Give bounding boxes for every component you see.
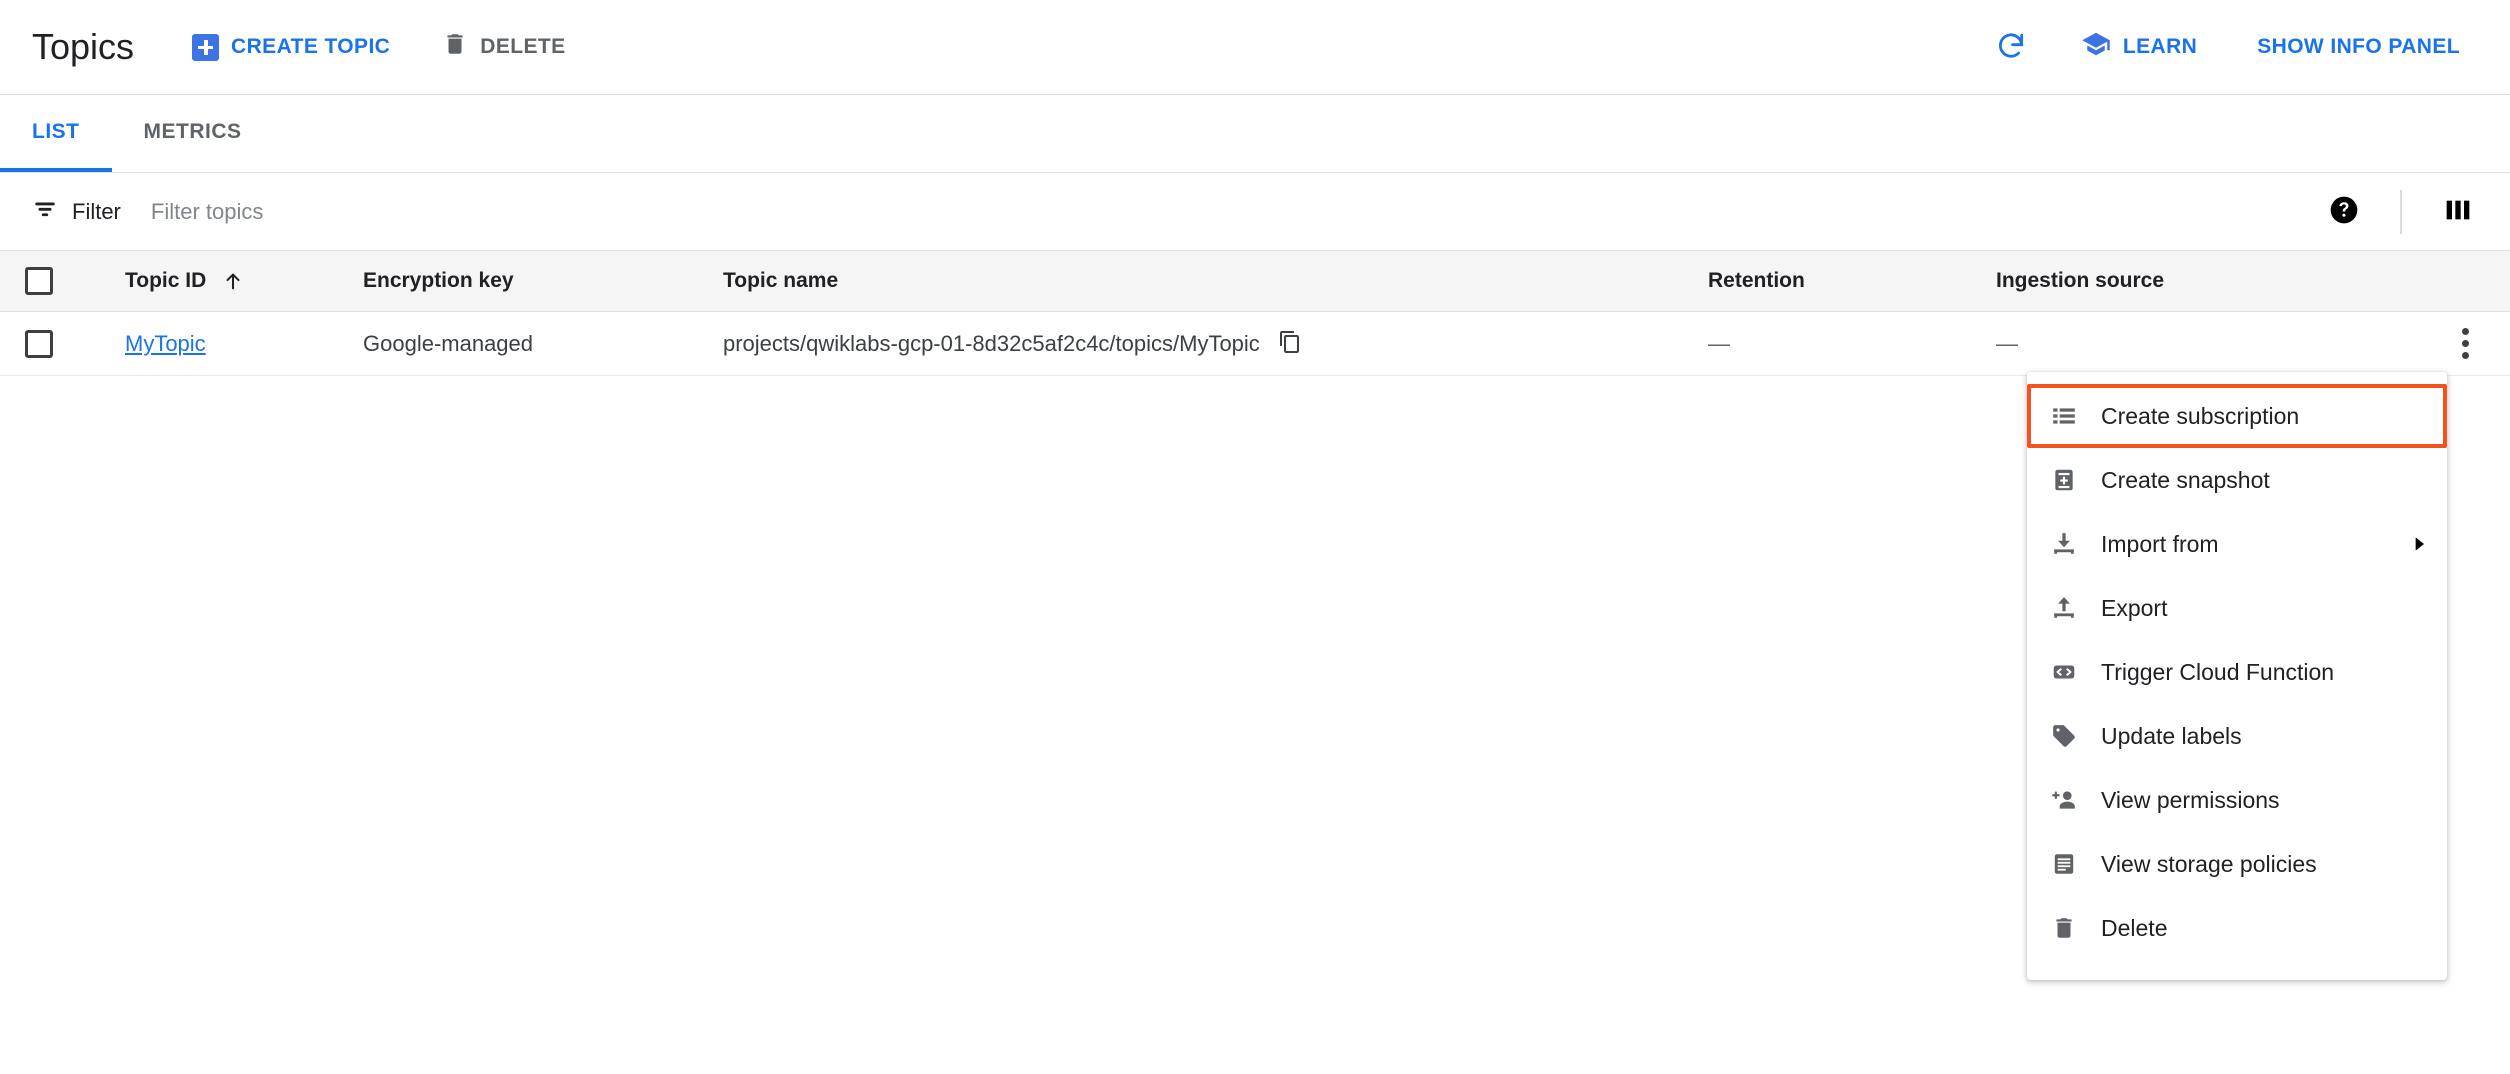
import-download-icon	[2049, 531, 2079, 557]
menu-item-trigger-cloud-function[interactable]: Trigger Cloud Function	[2027, 640, 2447, 704]
tab-list-label: LIST	[32, 120, 80, 144]
table-row[interactable]: MyTopic Google-managed projects/qwiklabs…	[0, 312, 2510, 376]
menu-item-view-permissions[interactable]: View permissions	[2027, 768, 2447, 832]
menu-item-create-subscription[interactable]: Create subscription	[2027, 384, 2447, 448]
topics-table: Topic ID Encryption key Topic name Reten…	[0, 251, 2510, 376]
document-lines-icon	[2049, 851, 2079, 877]
learn-button[interactable]: LEARN	[2069, 21, 2209, 73]
column-display-button[interactable]	[2436, 188, 2480, 235]
menu-item-label: Import from	[2101, 531, 2387, 558]
page-title: Topics	[32, 26, 134, 68]
snapshot-add-icon	[2049, 467, 2079, 493]
select-all-cell	[0, 267, 78, 295]
show-info-panel-button[interactable]: SHOW INFO PANEL	[2245, 27, 2472, 67]
column-header-topic-id-label: Topic ID	[125, 269, 206, 293]
filter-label: Filter	[72, 199, 121, 225]
cell-retention: —	[1708, 331, 1996, 357]
learn-label: LEARN	[2123, 35, 2197, 59]
copy-icon	[1278, 330, 1302, 357]
copy-button[interactable]	[1276, 328, 1304, 359]
menu-item-label: View permissions	[2101, 787, 2429, 814]
kebab-dot	[2462, 340, 2469, 347]
cell-ingestion-source: —	[1996, 331, 2420, 357]
help-button[interactable]	[2322, 188, 2366, 235]
menu-item-label: Create subscription	[2101, 403, 2425, 430]
person-add-icon	[2049, 787, 2079, 813]
tab-bar: LIST METRICS	[0, 95, 2510, 173]
more-vert-icon[interactable]	[2456, 322, 2475, 365]
create-topic-label: CREATE TOPIC	[231, 35, 390, 59]
menu-item-label: Delete	[2101, 915, 2429, 942]
create-topic-button[interactable]: CREATE TOPIC	[180, 26, 402, 69]
chevron-right-icon	[2409, 534, 2429, 554]
graduation-cap-icon	[2081, 29, 2111, 65]
topic-id-link[interactable]: MyTopic	[125, 331, 206, 357]
trash-icon	[442, 31, 468, 63]
refresh-button[interactable]	[1989, 24, 2033, 71]
menu-item-delete[interactable]: Delete	[2027, 896, 2447, 960]
column-header-topic-name[interactable]: Topic name	[723, 269, 1708, 293]
row-context-menu: Create subscription Create snapshot Impo…	[2027, 372, 2447, 980]
menu-item-label: Trigger Cloud Function	[2101, 659, 2429, 686]
table-header-row: Topic ID Encryption key Topic name Reten…	[0, 251, 2510, 312]
column-header-topic-name-label: Topic name	[723, 269, 838, 293]
sort-ascending-icon	[222, 270, 244, 292]
tab-list[interactable]: LIST	[0, 95, 112, 172]
menu-item-import-from[interactable]: Import from	[2027, 512, 2447, 576]
filter-bar-actions	[2322, 188, 2480, 235]
tab-metrics[interactable]: METRICS	[112, 95, 274, 172]
menu-item-export[interactable]: Export	[2027, 576, 2447, 640]
column-header-retention[interactable]: Retention	[1708, 269, 1996, 293]
column-header-ingestion-source[interactable]: Ingestion source	[1996, 269, 2420, 293]
tab-metrics-label: METRICS	[144, 120, 242, 144]
filter-button[interactable]: Filter	[32, 196, 121, 228]
code-brackets-icon	[2049, 659, 2079, 685]
label-tag-icon	[2049, 723, 2079, 749]
cell-encryption-key: Google-managed	[363, 331, 723, 357]
help-icon	[2328, 194, 2360, 229]
menu-item-label: Export	[2101, 595, 2429, 622]
header-actions: LEARN SHOW INFO PANEL	[1989, 21, 2472, 73]
menu-item-update-labels[interactable]: Update labels	[2027, 704, 2447, 768]
filter-input[interactable]	[151, 199, 2322, 225]
delete-button[interactable]: DELETE	[430, 23, 577, 71]
trash-icon	[2049, 915, 2079, 941]
cell-topic-id: MyTopic	[78, 331, 363, 357]
export-upload-icon	[2049, 595, 2079, 621]
filter-bar: Filter	[0, 173, 2510, 251]
menu-item-label: Update labels	[2101, 723, 2429, 750]
divider	[2400, 190, 2402, 234]
select-all-checkbox[interactable]	[25, 267, 53, 295]
row-actions-cell	[2420, 322, 2510, 365]
topic-name-text: projects/qwiklabs-gcp-01-8d32c5af2c4c/to…	[723, 331, 1260, 357]
plus-icon	[192, 34, 219, 61]
refresh-icon	[1995, 30, 2027, 65]
list-icon	[2049, 403, 2079, 429]
delete-label: DELETE	[480, 35, 565, 59]
menu-item-view-storage-policies[interactable]: View storage policies	[2027, 832, 2447, 896]
filter-list-icon	[32, 196, 58, 228]
menu-item-create-snapshot[interactable]: Create snapshot	[2027, 448, 2447, 512]
column-header-encryption-key[interactable]: Encryption key	[363, 269, 723, 293]
kebab-dot	[2462, 328, 2469, 335]
column-header-topic-id[interactable]: Topic ID	[78, 269, 363, 293]
kebab-dot	[2462, 352, 2469, 359]
column-display-icon	[2442, 194, 2474, 229]
menu-item-label: View storage policies	[2101, 851, 2429, 878]
cell-topic-name: projects/qwiklabs-gcp-01-8d32c5af2c4c/to…	[723, 328, 1708, 359]
page-header: Topics CREATE TOPIC DELETE	[0, 0, 2510, 95]
menu-item-label: Create snapshot	[2101, 467, 2429, 494]
row-checkbox[interactable]	[25, 330, 53, 358]
show-info-panel-label: SHOW INFO PANEL	[2257, 35, 2460, 59]
row-select-cell	[0, 330, 78, 358]
